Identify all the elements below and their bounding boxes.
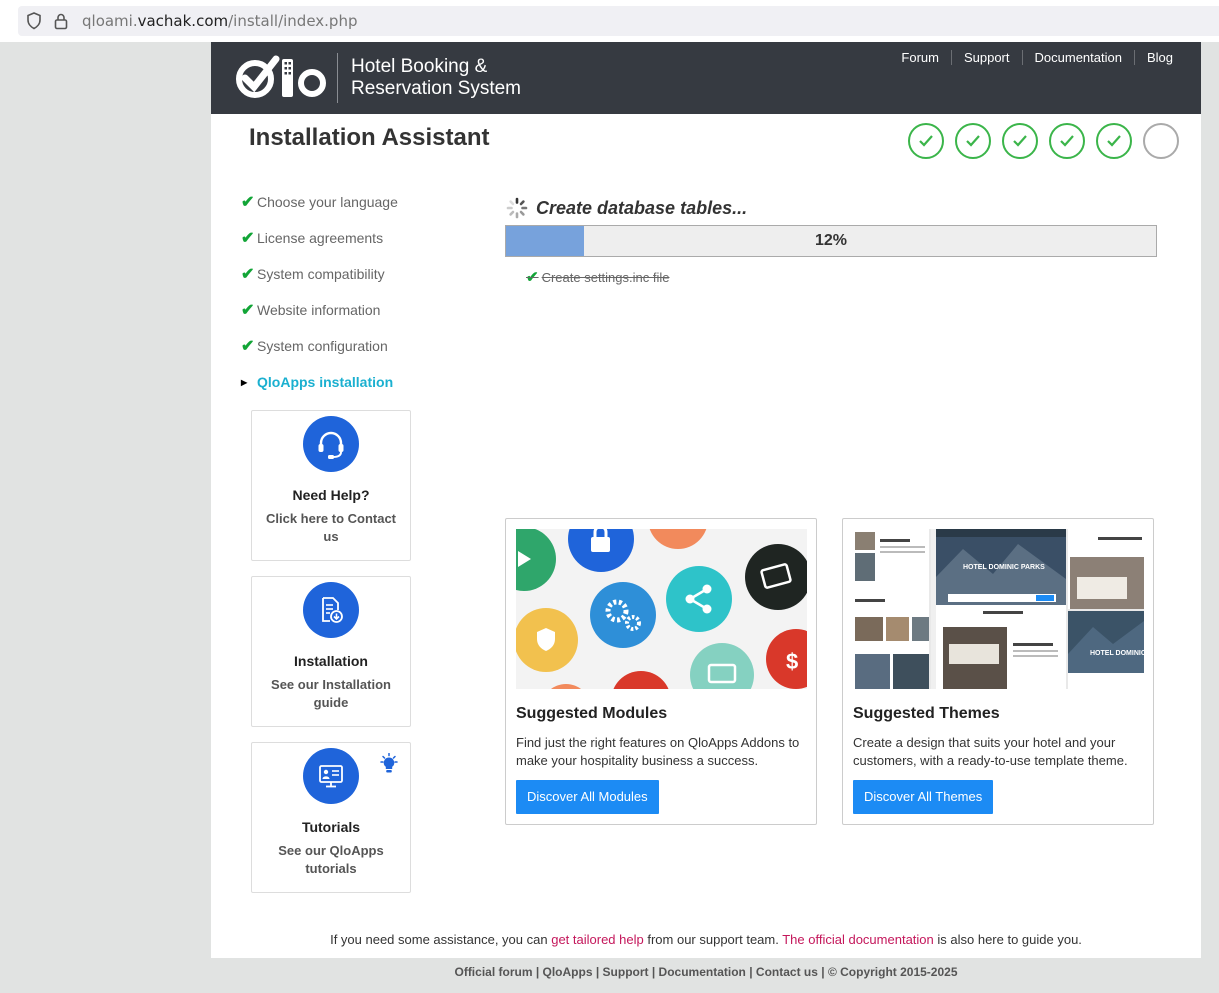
step-indicators bbox=[908, 123, 1179, 159]
tailored-help-link[interactable]: get tailored help bbox=[551, 932, 644, 947]
page-title: Installation Assistant bbox=[249, 124, 490, 151]
modules-title: Suggested Modules bbox=[516, 705, 668, 722]
nav-blog-link[interactable]: Blog bbox=[1133, 50, 1185, 65]
check-icon: ✔ bbox=[526, 269, 539, 286]
help-link-text[interactable]: Click here to Contact us bbox=[264, 510, 398, 546]
current-task: Create database tables... bbox=[506, 197, 747, 219]
install-steps-nav: ✔ Choose your language ✔ License agreement… bbox=[241, 184, 398, 400]
check-icon: ✔ bbox=[241, 302, 255, 319]
discover-themes-button[interactable]: Discover All Themes bbox=[853, 780, 994, 814]
check-icon: ✔ bbox=[241, 194, 255, 211]
step-pending-6 bbox=[1143, 123, 1179, 159]
need-help-box[interactable]: Need Help? Click here to Contact us bbox=[251, 410, 411, 561]
modules-illustration: $ bbox=[516, 529, 807, 689]
step-complete-3 bbox=[1002, 123, 1038, 159]
nav-forum-link[interactable]: Forum bbox=[889, 50, 951, 65]
sidebar-item-license: ✔ License agreements bbox=[241, 230, 384, 247]
themes-title: Suggested Themes bbox=[853, 705, 1000, 722]
header-bar: Hotel Booking & Reservation System Forum… bbox=[211, 42, 1201, 114]
nav-support-link[interactable]: Support bbox=[950, 50, 1022, 65]
install-progress-bar: 12% bbox=[505, 225, 1157, 257]
task-label: Create database tables... bbox=[536, 197, 748, 218]
themes-description: Create a design that suits your hotel an… bbox=[853, 735, 1128, 768]
tutorials-title: Tutorials bbox=[301, 819, 361, 835]
document-download-icon bbox=[303, 582, 359, 638]
tutorial-board-icon bbox=[303, 748, 359, 804]
assistance-text: If you need some assistance, you can get… bbox=[330, 932, 1082, 947]
url-text[interactable]: qloami.vachak.com/install/index.php bbox=[82, 12, 358, 30]
sidebar-item-compatibility: ✔ System compatibility bbox=[241, 266, 385, 283]
suggested-themes-card: HOTEL DOMINIC PARKS HOTEL DOMINIC Sugges… bbox=[842, 518, 1154, 825]
step-complete-2 bbox=[955, 123, 991, 159]
discover-modules-button[interactable]: Discover All Modules bbox=[516, 780, 659, 814]
check-icon: ✔ bbox=[241, 338, 255, 355]
tutorials-box[interactable]: Tutorials See our QloApps tutorials bbox=[251, 742, 411, 893]
nav-documentation-link[interactable]: Documentation bbox=[1021, 50, 1134, 65]
footer-links[interactable]: Official forum | QloApps | Support | Doc… bbox=[211, 965, 1201, 979]
check-icon: ✔ bbox=[241, 230, 255, 247]
completed-task: ✔ Create settings.inc file bbox=[526, 269, 670, 286]
step-complete-4 bbox=[1049, 123, 1085, 159]
svg-text:$: $ bbox=[786, 649, 798, 674]
check-icon: ✔ bbox=[241, 266, 255, 283]
qlo-logo[interactable] bbox=[235, 55, 330, 101]
installation-title: Installation bbox=[294, 653, 368, 669]
themes-illustration: HOTEL DOMINIC PARKS HOTEL DOMINIC bbox=[853, 529, 1144, 689]
installation-link-text[interactable]: See our Installation guide bbox=[264, 676, 398, 712]
logo-divider bbox=[337, 53, 338, 103]
lock-icon[interactable] bbox=[54, 12, 68, 30]
check-icon bbox=[1013, 135, 1027, 147]
check-icon bbox=[1060, 135, 1074, 147]
headset-icon bbox=[303, 416, 359, 472]
sidebar-item-website-info: ✔ Website information bbox=[241, 302, 381, 319]
sidebar-item-installation: ▶ QloApps installation bbox=[241, 374, 394, 390]
progress-percent: 12% bbox=[814, 232, 848, 249]
svg-text:HOTEL DOMINIC PARKS: HOTEL DOMINIC PARKS bbox=[963, 564, 1045, 571]
lightbulb-icon bbox=[380, 753, 398, 773]
top-nav: Forum Support Documentation Blog bbox=[889, 50, 1185, 65]
tagline: Hotel Booking & Reservation System bbox=[351, 56, 522, 99]
check-icon bbox=[919, 135, 933, 147]
installation-guide-box[interactable]: Installation See our Installation guide bbox=[251, 576, 411, 727]
shield-icon[interactable] bbox=[26, 12, 42, 30]
check-icon bbox=[966, 135, 980, 147]
tutorials-link-text[interactable]: See our QloApps tutorials bbox=[264, 842, 398, 878]
modules-description: Find just the right features on QloApps … bbox=[516, 735, 800, 768]
sidebar-item-language: ✔ Choose your language bbox=[241, 194, 398, 211]
sidebar-item-system-config: ✔ System configuration bbox=[241, 338, 388, 355]
step-complete-1 bbox=[908, 123, 944, 159]
suggested-modules-card: $ Suggested Modules Find just the right … bbox=[505, 518, 817, 825]
official-documentation-link[interactable]: The official documentation bbox=[782, 932, 934, 947]
loading-spinner-icon bbox=[506, 197, 528, 219]
check-icon bbox=[1107, 135, 1121, 147]
step-complete-5 bbox=[1096, 123, 1132, 159]
svg-text:HOTEL DOMINIC: HOTEL DOMINIC bbox=[1090, 650, 1144, 657]
help-title: Need Help? bbox=[292, 487, 370, 503]
installer-page: Hotel Booking & Reservation System Forum… bbox=[211, 42, 1201, 958]
caret-right-icon: ▶ bbox=[241, 377, 248, 387]
browser-url-bar: qloami.vachak.com/install/index.php bbox=[0, 0, 1219, 42]
